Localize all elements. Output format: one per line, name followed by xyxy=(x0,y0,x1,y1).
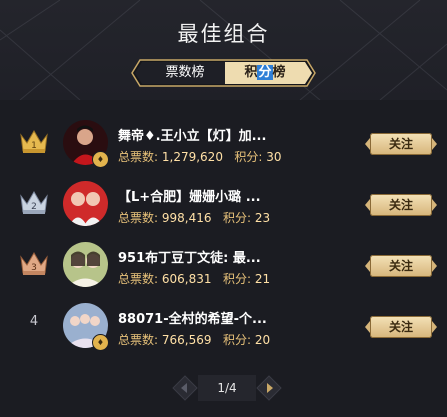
next-page-icon[interactable] xyxy=(256,375,282,401)
user-name: 88071-全村的希望-个... xyxy=(118,312,267,327)
points-label: 积分: xyxy=(222,272,251,286)
list-item[interactable]: 3 951布丁豆丁文徒: 最... 总票数: 606,831 积分: 21 关注 xyxy=(0,235,447,295)
votes-label: 总票数: xyxy=(118,333,159,347)
points-label: 积分: xyxy=(222,333,251,347)
points-value: 23 xyxy=(254,211,271,225)
follow-button[interactable]: 关注 xyxy=(365,133,437,155)
gold-crown-icon: 1 xyxy=(20,130,48,153)
page-title: 最佳组合 xyxy=(177,22,270,46)
svg-text:1: 1 xyxy=(31,141,37,151)
votes-label: 总票数: xyxy=(118,150,159,164)
rank-number: 4 xyxy=(29,314,39,329)
ranking-tabs: 票数榜 积分榜 xyxy=(130,58,317,88)
tab-points-label-2: 分 xyxy=(257,65,273,80)
follow-button[interactable]: 关注 xyxy=(365,316,437,338)
list-item[interactable]: 1 ♦ 舞帝♦.王小立【灯】加... 总票数: 1,279,620 积分: 30… xyxy=(0,113,447,173)
silver-crown-icon: 2 xyxy=(20,191,48,214)
points-value: 30 xyxy=(266,150,282,164)
votes-value: 766,569 xyxy=(161,333,212,347)
prev-page-icon[interactable] xyxy=(172,375,198,401)
user-stats: 总票数: 1,279,620 积分: 30 xyxy=(118,148,282,165)
tab-points-label-1: 积 xyxy=(244,65,258,80)
points-value: 21 xyxy=(254,272,271,286)
avatar[interactable] xyxy=(63,181,108,226)
user-name: 951布丁豆丁文徒: 最... xyxy=(118,251,261,266)
avatar[interactable] xyxy=(63,242,108,287)
user-stats: 总票数: 606,831 积分: 21 xyxy=(118,270,270,287)
votes-label: 总票数: xyxy=(118,211,159,225)
level-badge-icon: ♦ xyxy=(92,151,109,168)
votes-value: 606,831 xyxy=(161,272,212,286)
votes-label: 总票数: xyxy=(118,272,159,286)
points-value: 20 xyxy=(254,333,271,347)
user-stats: 总票数: 766,569 积分: 20 xyxy=(118,331,270,348)
page-indicator: 1/4 xyxy=(198,375,256,401)
tab-points-label-3: 榜 xyxy=(272,65,286,80)
user-name: 舞帝♦.王小立【灯】加... xyxy=(118,129,267,144)
points-label: 积分: xyxy=(222,211,251,225)
pagination: 1/4 xyxy=(172,375,282,401)
list-item[interactable]: 2 【L+合肥】姗姗小璐 ... 总票数: 998,416 积分: 23 关注 xyxy=(0,174,447,234)
tab-votes[interactable]: 票数榜 xyxy=(144,58,226,88)
votes-value: 998,416 xyxy=(161,211,212,225)
bronze-crown-icon: 3 xyxy=(20,252,48,275)
votes-value: 1,279,620 xyxy=(161,150,223,164)
user-stats: 总票数: 998,416 积分: 23 xyxy=(118,209,270,226)
svg-text:3: 3 xyxy=(31,263,37,273)
follow-button[interactable]: 关注 xyxy=(365,194,437,216)
list-item[interactable]: 4 ♦ 88071-全村的希望-个... 总票数: 766,569 积分: 20… xyxy=(0,296,447,356)
tab-points[interactable]: 积分榜 xyxy=(225,58,305,88)
follow-button[interactable]: 关注 xyxy=(365,255,437,277)
header: 最佳组合 票数榜 积分榜 xyxy=(0,0,447,100)
svg-text:2: 2 xyxy=(31,202,37,212)
level-badge-icon: ♦ xyxy=(92,334,109,351)
user-name: 【L+合肥】姗姗小璐 ... xyxy=(118,190,261,205)
points-label: 积分: xyxy=(234,150,263,164)
